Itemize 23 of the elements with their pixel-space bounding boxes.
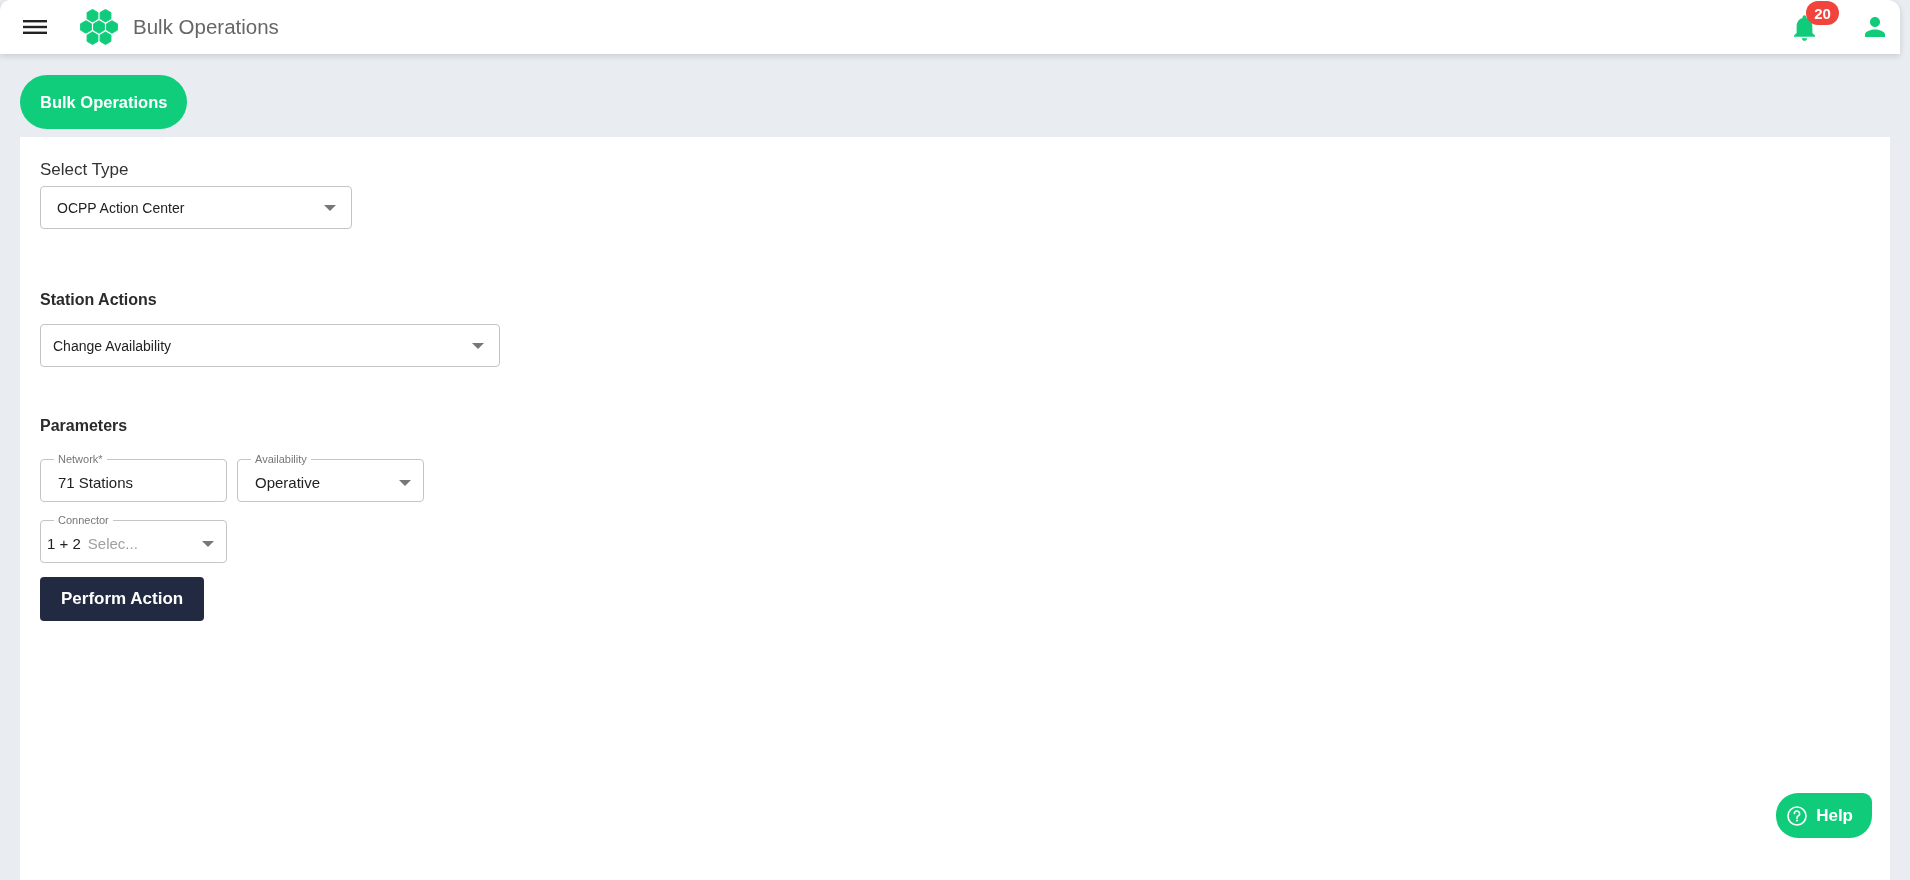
notifications-button[interactable]: 20: [1793, 1, 1839, 43]
network-field[interactable]: Network* 71 Stations: [40, 453, 227, 502]
search-input[interactable]: Selec...: [80, 535, 160, 552]
select-type-label: Select Type: [40, 160, 129, 180]
caret-icon: [324, 204, 336, 211]
station-action-dropdown[interactable]: Change Availability: [40, 324, 500, 367]
station-actions-heading: Station Actions: [40, 290, 157, 310]
connector-multiselect[interactable]: Connector 1 + 2 Selec...: [40, 514, 227, 563]
honeycomb-logo-icon: [80, 9, 118, 45]
user-icon: [1865, 17, 1885, 37]
page-title: Bulk Operations: [133, 15, 279, 39]
menu-button[interactable]: [23, 20, 47, 34]
perform-action-button[interactable]: Perform Action: [40, 577, 205, 621]
notification-badge: 20: [1806, 1, 1839, 25]
caret-icon: [399, 479, 411, 486]
bell-icon: [1794, 15, 1815, 41]
caret-icon: [472, 342, 484, 349]
question-mark-icon: [1787, 805, 1808, 826]
availability-dropdown[interactable]: Availability Operative: [237, 453, 424, 502]
type-dropdown[interactable]: OCPP Action Center: [40, 186, 352, 229]
menu-icon: [23, 20, 47, 34]
parameters-heading: Parameters: [40, 416, 128, 436]
caret-icon: [202, 540, 214, 547]
